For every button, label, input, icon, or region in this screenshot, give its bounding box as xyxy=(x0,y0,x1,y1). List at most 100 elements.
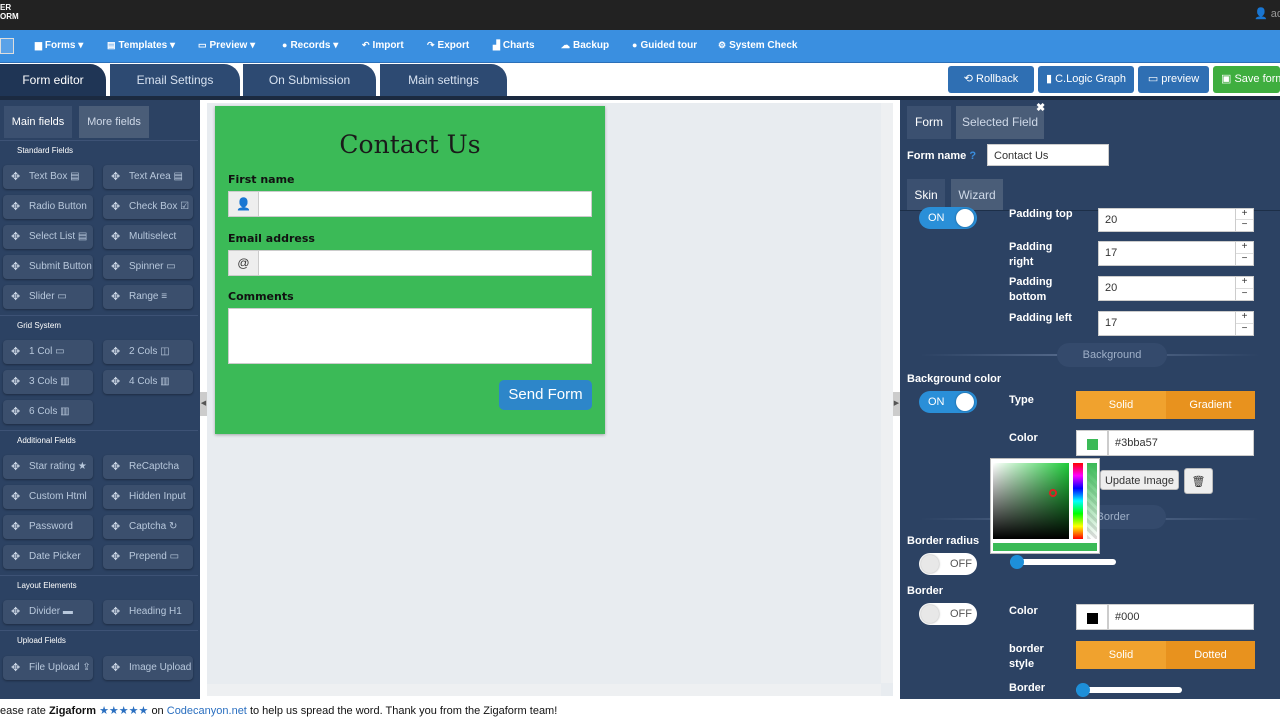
canvas-horizontal-scrollbar[interactable] xyxy=(207,684,881,696)
border-color-swatch[interactable] xyxy=(1076,604,1108,630)
field-captcha[interactable]: ✥ Captcha ↻ xyxy=(103,515,193,539)
field-heading-h1[interactable]: ✥ Heading H1 xyxy=(103,600,193,624)
collapse-right-handle[interactable]: ▶ xyxy=(893,392,900,416)
menu-records[interactable]: ● Records ▾ xyxy=(282,40,338,51)
stepper[interactable]: + − xyxy=(1235,209,1253,231)
form-preview[interactable]: Contact Us First name 👤 Email address @ … xyxy=(215,106,605,434)
field-password[interactable]: ✥ Password xyxy=(3,515,93,539)
rollback-button[interactable]: ⟲ Rollback xyxy=(948,66,1034,93)
preview-button[interactable]: ▭ preview xyxy=(1138,66,1209,93)
border-toggle[interactable]: OFF xyxy=(919,603,977,625)
stepper[interactable]: + − xyxy=(1235,277,1253,300)
column-icon: ▭ xyxy=(55,346,65,357)
app-icon[interactable] xyxy=(0,38,14,54)
field-file-upload[interactable]: ✥ File Upload ⇪ xyxy=(3,656,93,680)
trash-icon[interactable]: 🗑 xyxy=(1184,468,1213,494)
save-form-button[interactable]: ▣ Save form xyxy=(1213,66,1280,93)
field-range[interactable]: ✥ Range ≡ xyxy=(103,285,193,309)
field-spinner[interactable]: ✥ Spinner ▭ xyxy=(103,255,193,279)
field-select-list[interactable]: ✥ Select List ▤ xyxy=(3,225,93,249)
menu-preview[interactable]: ▭ Preview ▾ xyxy=(198,40,255,51)
update-image-button[interactable]: Update Image xyxy=(1100,470,1179,490)
padding-left-input[interactable]: 17 + − xyxy=(1098,311,1254,336)
field-custom-html[interactable]: ✥ Custom Html xyxy=(3,485,93,509)
color-picker-popup[interactable] xyxy=(990,458,1100,554)
tab-form-editor[interactable]: Form editor xyxy=(0,64,106,97)
field-slider[interactable]: ✥ Slider ▭ xyxy=(3,285,93,309)
user-icon: 👤 xyxy=(229,192,259,216)
menu-forms[interactable]: ▆ Forms ▾ xyxy=(35,40,83,51)
field-text-area[interactable]: ✥ Text Area ▤ xyxy=(103,165,193,189)
type-solid-button[interactable]: Solid xyxy=(1076,391,1166,419)
stepper[interactable]: + − xyxy=(1235,312,1253,335)
field-submit-button[interactable]: ✥ Submit Button xyxy=(3,255,93,279)
brand-logo[interactable]: ER ORM xyxy=(0,3,19,21)
border-radius-toggle[interactable]: OFF xyxy=(919,553,977,575)
user-menu[interactable]: 👤 adm xyxy=(1254,7,1280,20)
background-toggle[interactable]: ON xyxy=(919,391,977,413)
collapse-left-handle[interactable]: ◀ xyxy=(200,392,207,416)
field-hidden-input[interactable]: ✥ Hidden Input xyxy=(103,485,193,509)
border-color-input[interactable]: #000 xyxy=(1108,604,1254,630)
move-icon: ✥ xyxy=(11,376,21,388)
field-divider[interactable]: ✥ Divider ▬ xyxy=(3,600,93,624)
padding-toggle[interactable]: ON xyxy=(919,207,977,229)
field-star-rating[interactable]: ✥ Star rating ★ xyxy=(3,455,93,479)
field-date-picker[interactable]: ✥ Date Picker xyxy=(3,545,93,569)
field-check-box[interactable]: ✥ Check Box ☑ xyxy=(103,195,193,219)
form-name-input[interactable]: Contact Us xyxy=(987,144,1109,166)
menu-guided-tour[interactable]: ● Guided tour xyxy=(632,40,697,51)
tab-main-settings[interactable]: Main settings xyxy=(380,64,507,97)
field-text-box[interactable]: ✥ Text Box ▤ xyxy=(3,165,93,189)
stepper[interactable]: + − xyxy=(1235,242,1253,265)
border-width-slider[interactable] xyxy=(1076,683,1182,697)
comments-textarea[interactable] xyxy=(228,308,592,364)
canvas-vertical-scrollbar[interactable] xyxy=(881,103,893,683)
top-bar: ERORM 👤 adm xyxy=(0,0,1280,30)
tab-email-settings[interactable]: Email Settings xyxy=(110,64,240,97)
codecanyon-link[interactable]: Codecanyon.net xyxy=(167,705,247,717)
send-form-button[interactable]: Send Form xyxy=(499,380,592,410)
menu-templates[interactable]: ▤ Templates ▾ xyxy=(107,40,175,51)
bg-color-swatch[interactable] xyxy=(1076,430,1108,456)
hue-slider[interactable] xyxy=(1073,463,1083,539)
form-title[interactable]: Contact Us xyxy=(215,130,605,159)
padding-bottom-input[interactable]: 20 + − xyxy=(1098,276,1254,301)
menu-export[interactable]: ↷ Export xyxy=(427,40,469,51)
field-3-cols[interactable]: ✥ 3 Cols ▥ xyxy=(3,370,93,394)
field-6-cols[interactable]: ✥ 6 Cols ▥ xyxy=(3,400,93,424)
alpha-slider[interactable] xyxy=(1087,463,1097,539)
field-image-upload[interactable]: ✥ Image Upload xyxy=(103,656,193,680)
bg-color-input[interactable]: #3bba57 xyxy=(1108,430,1254,456)
type-gradient-button[interactable]: Gradient xyxy=(1166,391,1255,419)
tab-selected-field[interactable]: Selected Field xyxy=(956,106,1044,139)
border-radius-slider[interactable] xyxy=(1010,555,1116,569)
field-2-cols[interactable]: ✥ 2 Cols ◫ xyxy=(103,340,193,364)
close-icon[interactable]: ✖ xyxy=(1036,101,1045,114)
field-radio-button[interactable]: ✥ Radio Button xyxy=(3,195,93,219)
tab-main-fields[interactable]: Main fields xyxy=(4,106,72,138)
move-icon: ✥ xyxy=(11,261,21,273)
padding-top-input[interactable]: 20 + − xyxy=(1098,208,1254,232)
field-multiselect[interactable]: ✥ Multiselect xyxy=(103,225,193,249)
field-recaptcha[interactable]: ✥ ReCaptcha xyxy=(103,455,193,479)
clogic-graph-button[interactable]: ▮ C.Logic Graph xyxy=(1038,66,1134,93)
menu-system-check[interactable]: ⚙ System Check xyxy=(718,40,797,51)
tab-on-submission[interactable]: On Submission xyxy=(243,64,376,97)
padding-right-input[interactable]: 17 + − xyxy=(1098,241,1254,266)
border-style-solid-button[interactable]: Solid xyxy=(1076,641,1166,669)
tab-form[interactable]: Form xyxy=(907,106,951,139)
field-prepend[interactable]: ✥ Prepend ▭ xyxy=(103,545,193,569)
email-input[interactable]: @ xyxy=(228,250,592,276)
section-title: Layout Elements xyxy=(17,581,77,590)
field-4-cols[interactable]: ✥ 4 Cols ▥ xyxy=(103,370,193,394)
menu-charts[interactable]: ▟ Charts xyxy=(493,40,535,51)
menu-import[interactable]: ↶ Import xyxy=(362,40,404,51)
first-name-input[interactable]: 👤 xyxy=(228,191,592,217)
border-style-dotted-button[interactable]: Dotted xyxy=(1166,641,1255,669)
picker-cursor[interactable] xyxy=(1049,489,1057,497)
saturation-area[interactable] xyxy=(993,463,1069,539)
tab-more-fields[interactable]: More fields xyxy=(79,106,149,138)
menu-backup[interactable]: ☁ Backup xyxy=(561,40,609,51)
field-1-col[interactable]: ✥ 1 Col ▭ xyxy=(3,340,93,364)
